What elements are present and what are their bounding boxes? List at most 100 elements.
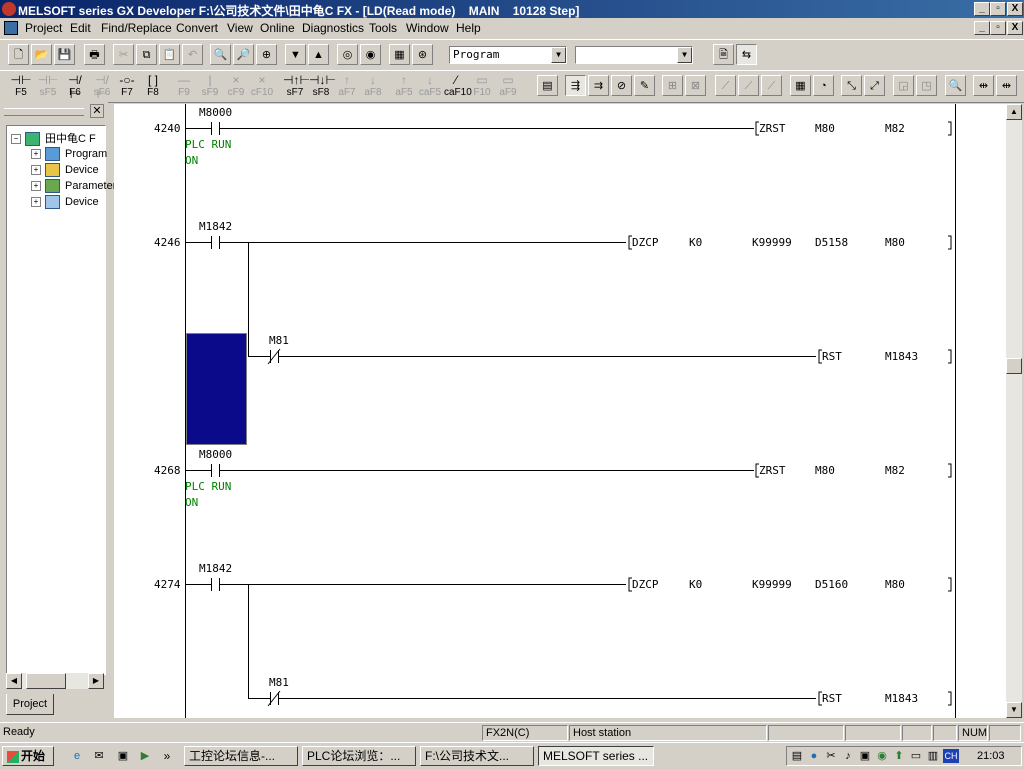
expand-icon[interactable]: +	[31, 181, 41, 191]
scroll-right-icon[interactable]: ▶	[88, 673, 104, 689]
instruction-operand[interactable]: K0	[689, 236, 702, 249]
tray-monitor-icon[interactable]: ▭	[909, 749, 923, 763]
task-melsoft[interactable]: MELSOFT series ...	[538, 746, 654, 766]
contact-device[interactable]: M1842	[199, 220, 232, 233]
document-icon[interactable]	[4, 21, 18, 35]
instruction-operand[interactable]: M1843	[885, 692, 918, 705]
instruction-operand[interactable]: M80	[815, 122, 835, 135]
start-button[interactable]: 开始	[2, 746, 54, 766]
cross-reference-icon[interactable]: ▦	[790, 75, 811, 96]
comment-icon[interactable]: ▤	[537, 75, 558, 96]
rising-pulse-branch-button[interactable]: ↑ aF7	[335, 73, 359, 99]
menu-convert[interactable]: Convert	[176, 21, 218, 35]
scroll-up-icon[interactable]: ▲	[1006, 104, 1022, 120]
instruction-name[interactable]: RST	[822, 692, 842, 705]
save-icon[interactable]: 💾	[54, 44, 75, 65]
new-file-icon[interactable]: 🗋	[8, 44, 29, 65]
contact-device[interactable]: M81	[269, 334, 289, 347]
mdi-restore-button[interactable]: ▫	[990, 21, 1006, 35]
task-forum-info[interactable]: 工控论坛信息-...	[184, 746, 298, 766]
device-test-icon[interactable]: ✎	[634, 75, 655, 96]
collapse-icon[interactable]: −	[11, 134, 21, 145]
tree-item-program[interactable]: + Program	[31, 147, 107, 161]
instruction-operand[interactable]: K99999	[752, 578, 792, 591]
write-plc-icon[interactable]: ▼	[285, 44, 306, 65]
zoom-in-icon[interactable]: ◲	[893, 75, 914, 96]
instruction-name[interactable]: DZCP	[632, 578, 659, 591]
restore-button[interactable]: ▫	[990, 2, 1006, 16]
undo-icon[interactable]: ↶	[182, 44, 203, 65]
instruction-operand[interactable]: M80	[885, 236, 905, 249]
tray-arrow-icon[interactable]: ⬆	[892, 749, 906, 763]
align-left-icon[interactable]: ⇹	[973, 75, 994, 96]
device-list-icon[interactable]: ◔	[813, 75, 834, 96]
instruction-operand[interactable]: K0	[689, 578, 702, 591]
read-plc-icon[interactable]: ▲	[308, 44, 329, 65]
scroll-thumb[interactable]	[1006, 358, 1022, 374]
ladder-editor[interactable]: 4240 M8000 PLC RUN ON ZRST M80 M82 4246 …	[114, 104, 1006, 718]
ime-indicator[interactable]: CH	[943, 749, 959, 763]
tree-hscroll[interactable]: ◀ ▶	[6, 673, 104, 689]
scroll-thumb[interactable]	[26, 673, 66, 689]
vertical-line-button[interactable]: | sF9	[198, 73, 222, 99]
open-contact-button[interactable]: ⊣⊢ F5	[9, 73, 33, 99]
instruction-operand[interactable]: M80	[815, 464, 835, 477]
sample-trace-icon[interactable]: ⟋	[715, 75, 736, 96]
find-contact-icon[interactable]: ⊕	[256, 44, 277, 65]
trace-icon[interactable]: ⊠	[685, 75, 706, 96]
outlook-icon[interactable]: ✉	[92, 749, 106, 763]
expand-icon[interactable]: +	[31, 197, 41, 207]
align-right-icon[interactable]: ⇹	[996, 75, 1017, 96]
falling-edge-button[interactable]: ↓ caF5	[418, 73, 442, 99]
cut-icon[interactable]: ✂	[113, 44, 134, 65]
mdi-minimize-button[interactable]: _	[974, 21, 990, 35]
data-type-select[interactable]: Program ▼	[449, 46, 567, 64]
open-folder-icon[interactable]: 📂	[31, 44, 52, 65]
print-icon[interactable]: 🖶	[84, 44, 105, 65]
minimize-button[interactable]: _	[974, 2, 990, 16]
open-branch-button[interactable]: ⊣⊢ sF5	[36, 73, 60, 99]
instruction-name[interactable]: RST	[822, 350, 842, 363]
data-name-select[interactable]: ▼	[575, 46, 693, 64]
zoom-out-icon[interactable]: ◳	[916, 75, 937, 96]
list-view-icon[interactable]: ⇆	[736, 44, 757, 65]
instruction-name[interactable]: ZRST	[759, 464, 786, 477]
tree-item-device-comment[interactable]: + Device	[31, 163, 99, 177]
falling-pulse-button[interactable]: ⊣↓⊢ sF8	[309, 73, 336, 99]
closed-contact-button[interactable]: ⊣/⊢ F6	[63, 73, 87, 101]
find-instruction-icon[interactable]: 🔎	[233, 44, 254, 65]
application-instruction-button[interactable]: [ ] F8	[141, 73, 165, 99]
instruction-name[interactable]: ZRST	[759, 122, 786, 135]
step-out-icon[interactable]: ⤢	[864, 75, 885, 96]
media-player-icon[interactable]: ▶	[138, 749, 152, 763]
monitor-icon[interactable]: ◎	[337, 44, 358, 65]
tray-security-icon[interactable]: ●	[807, 749, 821, 763]
task-explorer[interactable]: F:\公司技术文...	[420, 746, 534, 766]
contact-device[interactable]: M1842	[199, 562, 232, 575]
vertical-scrollbar[interactable]: ▲ ▼	[1006, 104, 1022, 718]
mdi-close-button[interactable]: X	[1007, 21, 1023, 35]
copy-icon[interactable]: ⧉	[136, 44, 157, 65]
delete-line-button[interactable]: ▭ aF9	[496, 73, 520, 99]
rising-edge-button[interactable]: ↑ aF5	[392, 73, 416, 99]
expand-icon[interactable]: +	[31, 149, 41, 159]
paste-icon[interactable]: 📋	[159, 44, 180, 65]
more-icon[interactable]: »	[160, 749, 174, 763]
closed-branch-button[interactable]: ⊣/⊢ sF6	[90, 73, 114, 101]
instruction-operand[interactable]: K99999	[752, 236, 792, 249]
menu-diagnostics[interactable]: Diagnostics	[302, 21, 364, 35]
device-batch-icon[interactable]: ▦	[389, 44, 410, 65]
tab-project[interactable]: Project	[6, 694, 54, 715]
invert-button[interactable]: ⁄ caF10	[444, 73, 472, 99]
delete-vertical-line-button[interactable]: × cF10	[250, 73, 274, 99]
ladder-monitor-icon[interactable]: ⇶	[565, 75, 586, 96]
tree-item-parameter[interactable]: + Parameter	[31, 179, 116, 193]
show-desktop-icon[interactable]: ▣	[116, 749, 130, 763]
tray-app-icon[interactable]: ▤	[790, 749, 804, 763]
app-icon[interactable]	[2, 2, 16, 16]
menu-find-replace[interactable]: Find/Replace	[101, 21, 172, 35]
delete-horizontal-line-button[interactable]: × cF9	[224, 73, 248, 99]
tray-tool-icon[interactable]: ✂	[824, 749, 838, 763]
rising-pulse-button[interactable]: ⊣↑⊢ sF7	[283, 73, 310, 99]
contact-device[interactable]: M81	[269, 676, 289, 689]
